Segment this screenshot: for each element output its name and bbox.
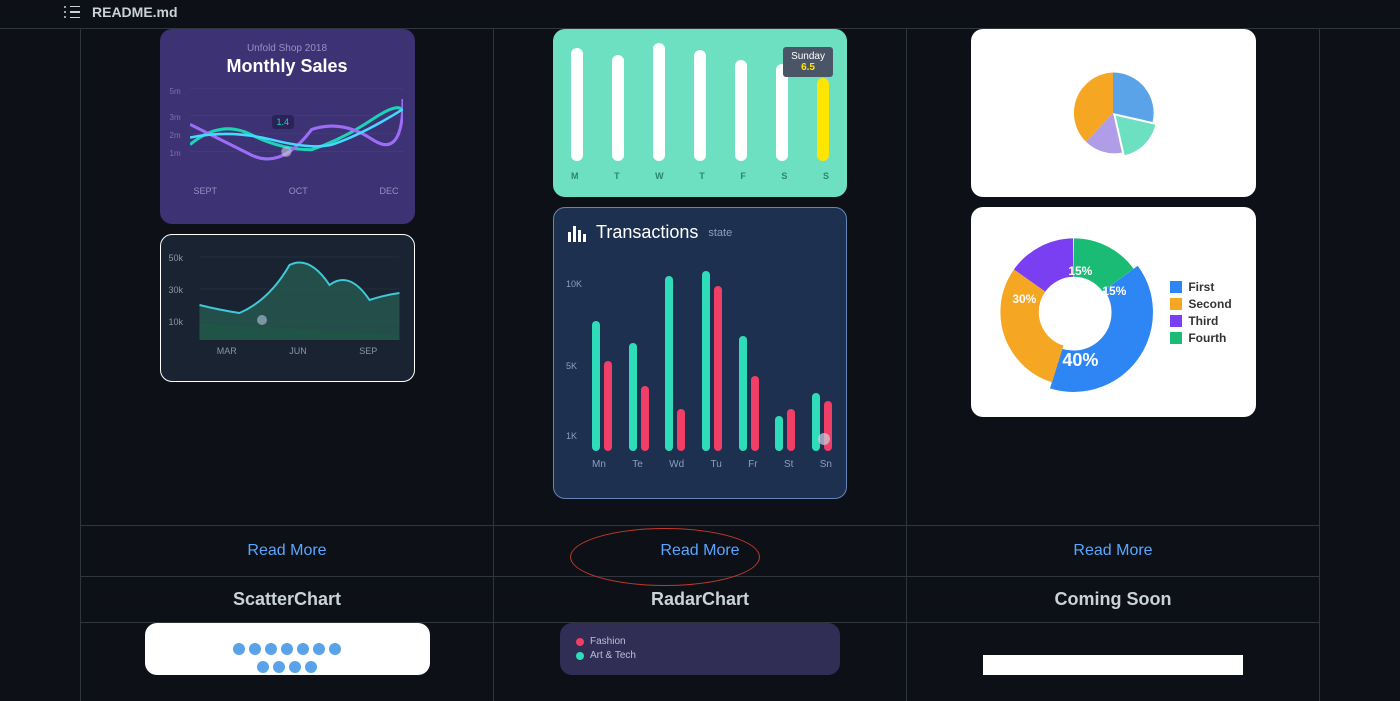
area-chart-svg	[195, 245, 404, 340]
bar	[612, 55, 624, 161]
y-tick: 10K	[566, 279, 582, 289]
readmore-link[interactable]: Read More	[247, 542, 326, 560]
section-header: Coming Soon	[907, 577, 1320, 623]
bar	[776, 64, 788, 161]
cursor-dot	[818, 433, 830, 445]
tooltip-value: 6.5	[791, 62, 825, 73]
x-tick: MAR	[217, 346, 237, 356]
readmore-cell: Read More	[81, 526, 494, 577]
section-title: ScatterChart	[233, 589, 341, 610]
line-chart-tooltip: 1.4	[272, 115, 295, 129]
x-tick: S	[781, 171, 787, 181]
bar	[571, 48, 583, 161]
y-tick: 50k	[169, 253, 184, 263]
coming-soon-card	[983, 655, 1243, 675]
legend-item: First	[1188, 280, 1214, 294]
y-tick: 2m	[170, 131, 181, 140]
donut-pct: 15%	[1102, 284, 1126, 298]
cursor-dot	[257, 315, 267, 325]
y-tick: 5K	[566, 361, 577, 371]
donut-pct: 30%	[1012, 292, 1036, 306]
section-title: Coming Soon	[1055, 589, 1172, 610]
pie-chart-svg	[1068, 68, 1158, 158]
x-tick: JUN	[289, 346, 307, 356]
readmore-link[interactable]: Read More	[660, 542, 739, 560]
donut-legend: First Second Third Fourth	[1170, 277, 1231, 348]
x-tick: Mn	[592, 459, 606, 470]
x-tick: W	[655, 171, 664, 181]
x-tick: S	[823, 171, 829, 181]
toc-icon[interactable]	[64, 4, 80, 20]
scatter-chart-card	[145, 623, 430, 675]
x-tick: SEP	[359, 346, 377, 356]
cell-line-area: Unfold Shop 2018 Monthly Sales 5m 3m 2m …	[81, 29, 494, 526]
bar-highlighted	[817, 78, 829, 161]
transactions-card: Transactions state 10K 5K 1K	[553, 207, 847, 499]
readmore-cell: Read More	[494, 526, 907, 577]
chart-grid: Unfold Shop 2018 Monthly Sales 5m 3m 2m …	[80, 29, 1320, 701]
area-chart-card: 50k 30k 10k MAR JUN S	[160, 234, 415, 382]
x-tick: DEC	[379, 186, 398, 196]
legend-item: Art & Tech	[590, 650, 636, 661]
bar	[694, 50, 706, 161]
bar	[735, 60, 747, 161]
cell-radar: Fashion Art & Tech	[494, 623, 907, 701]
x-tick: F	[740, 171, 746, 181]
x-tick: Te	[632, 459, 643, 470]
line-chart-card: Unfold Shop 2018 Monthly Sales 5m 3m 2m …	[160, 29, 415, 224]
tooltip-day: Sunday	[791, 51, 825, 62]
y-tick: 3m	[170, 113, 181, 122]
section-title: RadarChart	[651, 589, 749, 610]
line-chart-svg	[190, 87, 403, 182]
transactions-title: Transactions	[596, 222, 698, 243]
line-chart-subtitle: Unfold Shop 2018	[172, 43, 403, 54]
y-tick: 5m	[170, 87, 181, 96]
pie-chart-card	[971, 29, 1256, 197]
x-tick: Wd	[669, 459, 684, 470]
filename: README.md	[92, 4, 178, 20]
y-tick: 1m	[170, 149, 181, 158]
x-tick: Fr	[748, 459, 757, 470]
x-tick: Sn	[820, 459, 832, 470]
bars-tooltip: Sunday 6.5	[783, 47, 833, 77]
cell-bars: Sunday 6.5 M T W T F	[494, 29, 907, 526]
y-tick: 10k	[169, 317, 184, 327]
donut-pct: 40%	[1062, 350, 1098, 371]
bar	[653, 43, 665, 161]
cell-scatter	[81, 623, 494, 701]
line-chart-title: Monthly Sales	[172, 56, 403, 77]
cell-pies: 15% 15% 30% 40% First Second Third Fourt…	[907, 29, 1320, 526]
section-header: RadarChart	[494, 577, 907, 623]
file-header: README.md	[0, 0, 1400, 29]
x-tick: T	[614, 171, 620, 181]
readmore-cell: Read More	[907, 526, 1320, 577]
y-tick: 30k	[169, 285, 184, 295]
radar-chart-card: Fashion Art & Tech	[560, 623, 840, 675]
section-header: ScatterChart	[81, 577, 494, 623]
x-tick: Tu	[711, 459, 722, 470]
legend-item: Second	[1188, 297, 1231, 311]
equalizer-icon	[568, 224, 586, 242]
donut-pct: 15%	[1068, 264, 1092, 278]
legend-item: Third	[1188, 314, 1218, 328]
readmore-link[interactable]: Read More	[1073, 542, 1152, 560]
x-tick: T	[699, 171, 705, 181]
x-tick: M	[571, 171, 579, 181]
readme-content: Unfold Shop 2018 Monthly Sales 5m 3m 2m …	[0, 29, 1400, 701]
bars-days-card: Sunday 6.5 M T W T F	[553, 29, 847, 197]
transactions-state: state	[708, 227, 732, 239]
cell-comingsoon	[907, 623, 1320, 701]
x-tick: OCT	[289, 186, 308, 196]
x-tick: St	[784, 459, 793, 470]
y-tick: 1K	[566, 431, 577, 441]
legend-item: Fashion	[590, 636, 626, 647]
x-tick: SEPT	[194, 186, 218, 196]
legend-item: Fourth	[1188, 331, 1226, 345]
donut-chart-card: 15% 15% 30% 40% First Second Third Fourt…	[971, 207, 1256, 417]
